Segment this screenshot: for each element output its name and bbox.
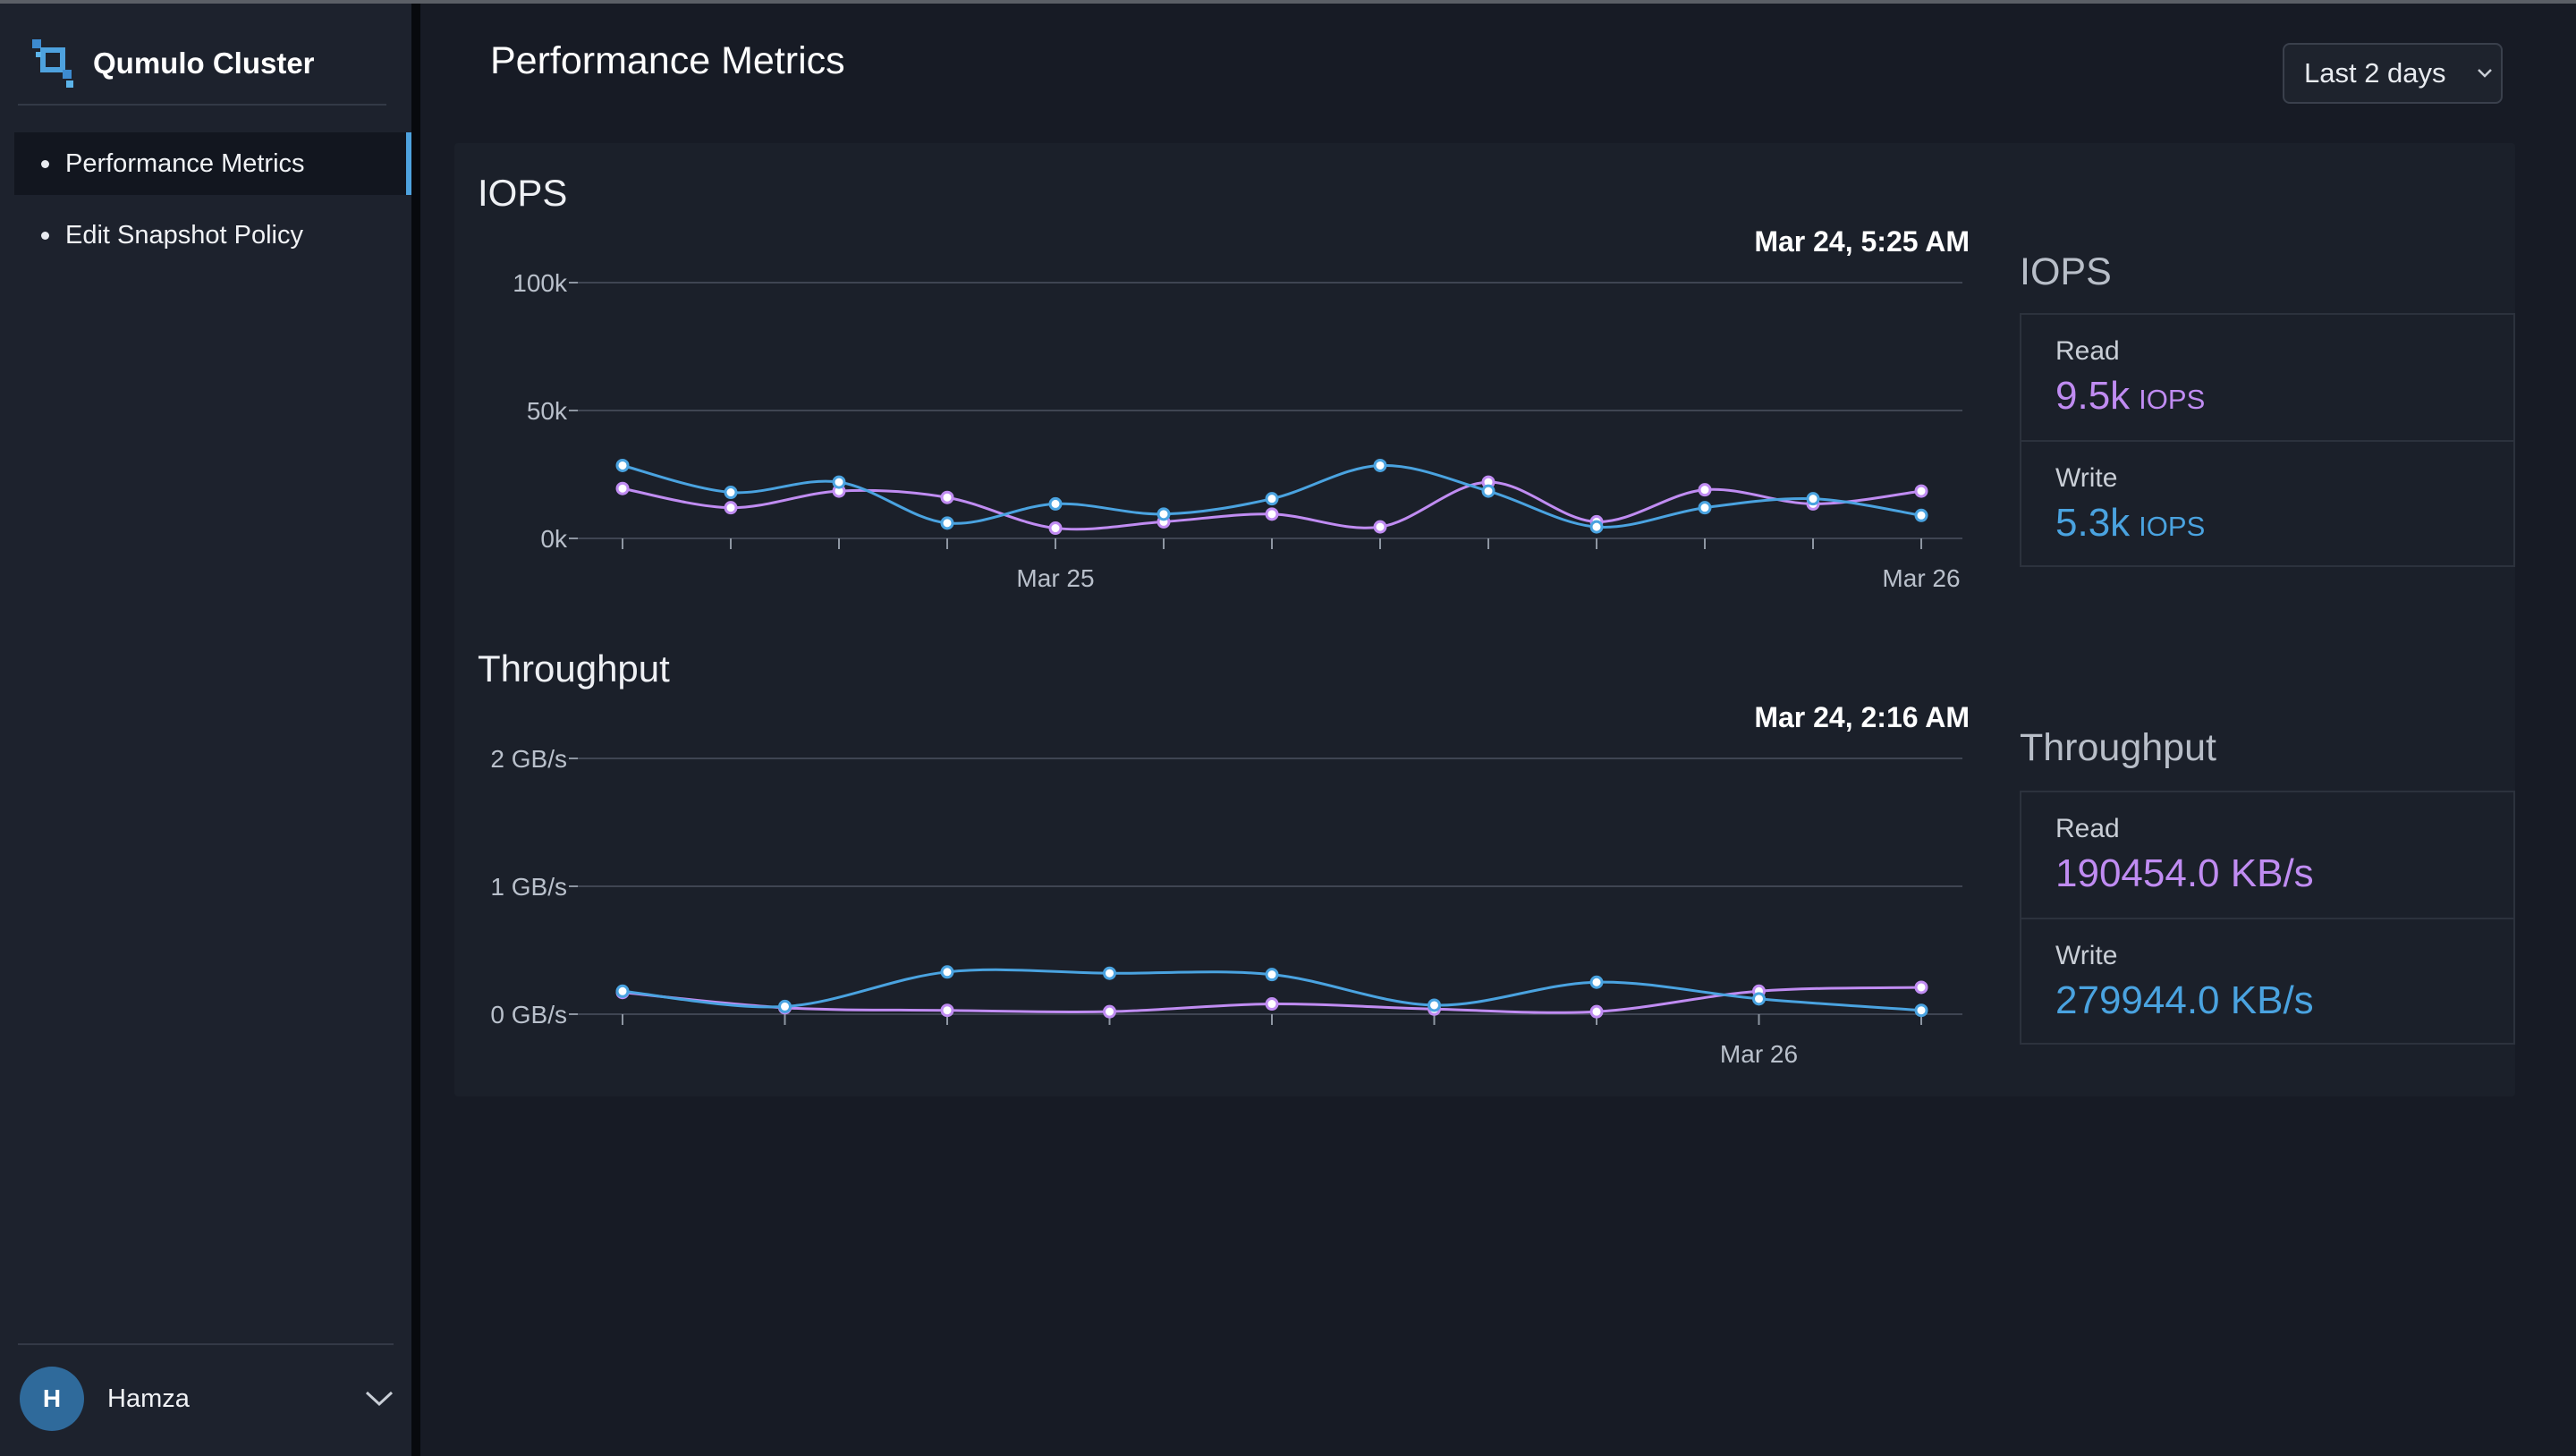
sidebar: Qumulo Cluster Performance Metrics Edit … [0, 4, 411, 1456]
time-range-value: Last 2 days [2304, 57, 2446, 89]
iops-stats-card: Read 9.5k IOPS Write 5.3k IOPS [2020, 313, 2515, 567]
iops-chart[interactable]: 0k 50k 100k Mar 25 Mar 26 [454, 268, 1975, 608]
iops-data-point [832, 475, 846, 489]
time-range-select[interactable]: Last 2 days [2283, 43, 2503, 104]
iops-data-point [1806, 492, 1820, 506]
throughput-write-value: 279944.0 KB/s [2055, 978, 2314, 1022]
throughput-stats-card: Read 190454.0 KB/s Write 279944.0 KB/s [2020, 791, 2515, 1045]
sidebar-item-label: Performance Metrics [65, 148, 305, 178]
throughput-section-title: Throughput [478, 648, 670, 690]
throughput-data-point [940, 1003, 954, 1018]
iops-data-point [615, 458, 630, 472]
throughput-stats-title: Throughput [2020, 726, 2216, 769]
iops-data-point [940, 490, 954, 504]
iops-read-row: Read 9.5k IOPS [2021, 315, 2513, 440]
iops-read-unit: IOPS [2139, 384, 2206, 415]
throughput-y-tick-label: 0 GB/s [490, 1001, 567, 1029]
iops-data-point [724, 501, 738, 515]
iops-data-point [1157, 507, 1171, 521]
iops-data-point [1048, 521, 1063, 536]
throughput-data-point [1428, 998, 1441, 1012]
throughput-read-value: 190454.0 KB/s [2055, 851, 2314, 895]
iops-y-tick-label: 0k [540, 525, 568, 553]
iops-section-title: IOPS [478, 172, 568, 214]
app-title: Qumulo Cluster [93, 47, 315, 80]
bullet-icon [41, 159, 49, 168]
throughput-data-point [1589, 1004, 1604, 1019]
iops-x-tick-label: Mar 25 [1016, 564, 1094, 592]
throughput-data-point [778, 999, 792, 1013]
iops-write-value: 5.3k [2055, 501, 2131, 545]
qumulo-logo-icon [32, 39, 73, 88]
throughput-write-label: Write [2055, 941, 2118, 970]
iops-data-point [1481, 484, 1496, 498]
throughput-hover-timestamp: Mar 24, 2:16 AM [1754, 701, 1970, 733]
iops-data-point [1373, 520, 1387, 534]
iops-write-value-group: 5.3k IOPS [2055, 501, 2205, 546]
sidebar-divider [18, 1343, 394, 1345]
throughput-write-row: Write 279944.0 KB/s [2021, 918, 2513, 1045]
iops-read-value-group: 9.5k IOPS [2055, 374, 2205, 419]
throughput-read-label: Read [2055, 814, 2120, 843]
throughput-data-point [1265, 997, 1279, 1012]
iops-data-point [724, 486, 738, 500]
throughput-data-point [1103, 1004, 1116, 1019]
throughput-chart[interactable]: 0 GB/s 1 GB/s 2 GB/s Mar 26 [454, 744, 1975, 1084]
throughput-x-tick-label: Mar 26 [1720, 1040, 1798, 1068]
iops-data-point [1265, 492, 1279, 506]
throughput-data-point [1752, 992, 1766, 1006]
iops-data-point [1698, 501, 1712, 515]
chevron-down-icon [2478, 69, 2492, 78]
throughput-data-point [615, 984, 630, 998]
throughput-y-tick-label: 2 GB/s [490, 745, 567, 773]
sidebar-border [411, 4, 420, 1456]
throughput-data-point [940, 965, 954, 979]
iops-read-value: 9.5k [2055, 374, 2131, 418]
throughput-data-point [1103, 966, 1116, 980]
throughput-y-tick-label: 1 GB/s [490, 873, 567, 901]
iops-x-tick-label: Mar 26 [1882, 564, 1960, 592]
iops-data-point [940, 516, 954, 530]
iops-read-label: Read [2055, 336, 2120, 366]
throughput-read-row: Read 190454.0 KB/s [2021, 792, 2513, 918]
throughput-data-point [1589, 975, 1604, 989]
iops-write-row: Write 5.3k IOPS [2021, 440, 2513, 567]
iops-data-point [1265, 507, 1279, 521]
bullet-icon [41, 231, 49, 240]
iops-write-unit: IOPS [2139, 511, 2206, 542]
iops-write-label: Write [2055, 463, 2118, 493]
throughput-data-point [1265, 968, 1279, 982]
sidebar-item-performance-metrics[interactable]: Performance Metrics [14, 132, 411, 195]
sidebar-item-edit-snapshot-policy[interactable]: Edit Snapshot Policy [14, 204, 411, 267]
sidebar-item-label: Edit Snapshot Policy [65, 220, 303, 250]
throughput-data-point [1914, 1003, 1928, 1018]
iops-data-point [1914, 508, 1928, 522]
avatar: H [20, 1367, 84, 1431]
user-name: Hamza [107, 1384, 190, 1413]
iops-hover-timestamp: Mar 24, 5:25 AM [1754, 225, 1970, 258]
user-menu[interactable]: H Hamza [20, 1365, 395, 1433]
throughput-data-point [1914, 980, 1928, 995]
iops-data-point [1589, 520, 1604, 534]
page-title: Performance Metrics [490, 39, 845, 82]
iops-stats-title: IOPS [2020, 250, 2112, 293]
brand[interactable]: Qumulo Cluster [30, 38, 315, 89]
sidebar-divider [18, 104, 386, 106]
chevron-down-icon[interactable] [363, 1384, 395, 1411]
iops-data-point [1698, 483, 1712, 497]
iops-data-point [1048, 496, 1063, 511]
iops-data-point [1373, 458, 1387, 472]
iops-data-point [615, 481, 630, 495]
iops-y-tick-label: 50k [527, 397, 568, 425]
iops-y-tick-label: 100k [513, 269, 568, 297]
iops-data-point [1914, 484, 1928, 498]
